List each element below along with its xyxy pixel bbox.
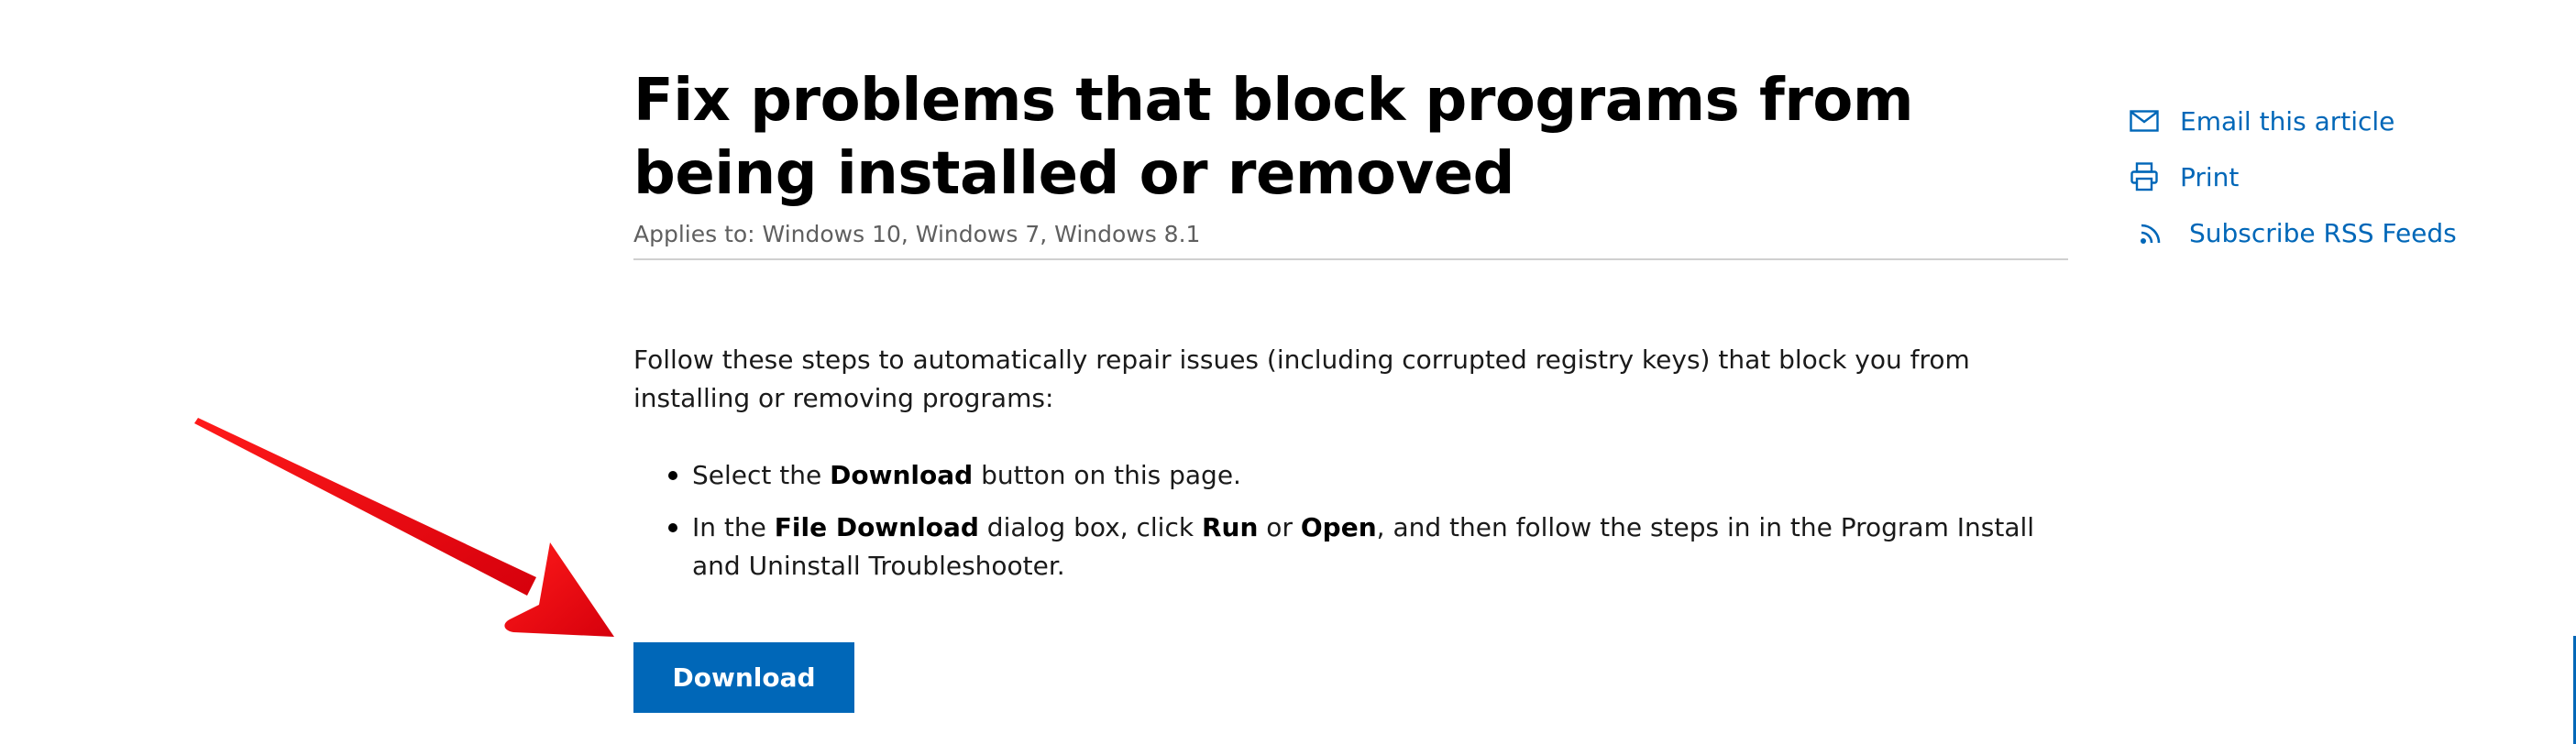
step-text-bold: Run (1201, 512, 1259, 542)
subscribe-rss-link[interactable]: Subscribe RSS Feeds (2129, 214, 2457, 251)
step-text-bold: Download (830, 460, 974, 490)
step-text-part: or (1258, 512, 1301, 542)
steps-list: Select the Download button on this page.… (633, 456, 2068, 585)
step-text-part: button on this page. (973, 460, 1241, 490)
article-content: Fix problems that block programs from be… (633, 64, 2068, 599)
printer-icon (2129, 161, 2160, 192)
list-item: Select the Download button on this page. (633, 456, 2068, 495)
bullet (668, 523, 677, 532)
support-article-page: Fix problems that block programs from be… (0, 0, 2576, 744)
subscribe-rss-label: Subscribe RSS Feeds (2189, 217, 2457, 248)
step-text-bold: Open (1300, 512, 1377, 542)
arrow-shaft (194, 418, 536, 596)
rss-icon (2136, 217, 2167, 248)
step-text-bold: File Download (774, 512, 979, 542)
share-panel: Email this article Print Subscribe RSS F… (2129, 103, 2457, 270)
print-link[interactable]: Print (2129, 159, 2457, 195)
list-item: In the File Download dialog box, click R… (633, 509, 2068, 585)
bullet (668, 471, 677, 480)
arrow-head (504, 542, 614, 637)
email-article-link[interactable]: Email this article (2129, 103, 2457, 139)
download-button[interactable]: Download (633, 642, 854, 713)
step-text-part: Select the (692, 460, 831, 490)
print-label: Print (2180, 161, 2240, 192)
step-text-part: dialog box, click (978, 512, 1202, 542)
email-article-label: Email this article (2180, 105, 2395, 137)
applies-to-text: Applies to: Windows 10, Windows 7, Windo… (633, 221, 1201, 247)
intro-paragraph: Follow these steps to automatically repa… (633, 345, 1970, 413)
page-title: Fix problems that block programs from be… (633, 67, 1914, 208)
step-text-part: In the (692, 512, 775, 542)
envelope-icon (2129, 105, 2160, 137)
title-divider (633, 258, 2068, 260)
